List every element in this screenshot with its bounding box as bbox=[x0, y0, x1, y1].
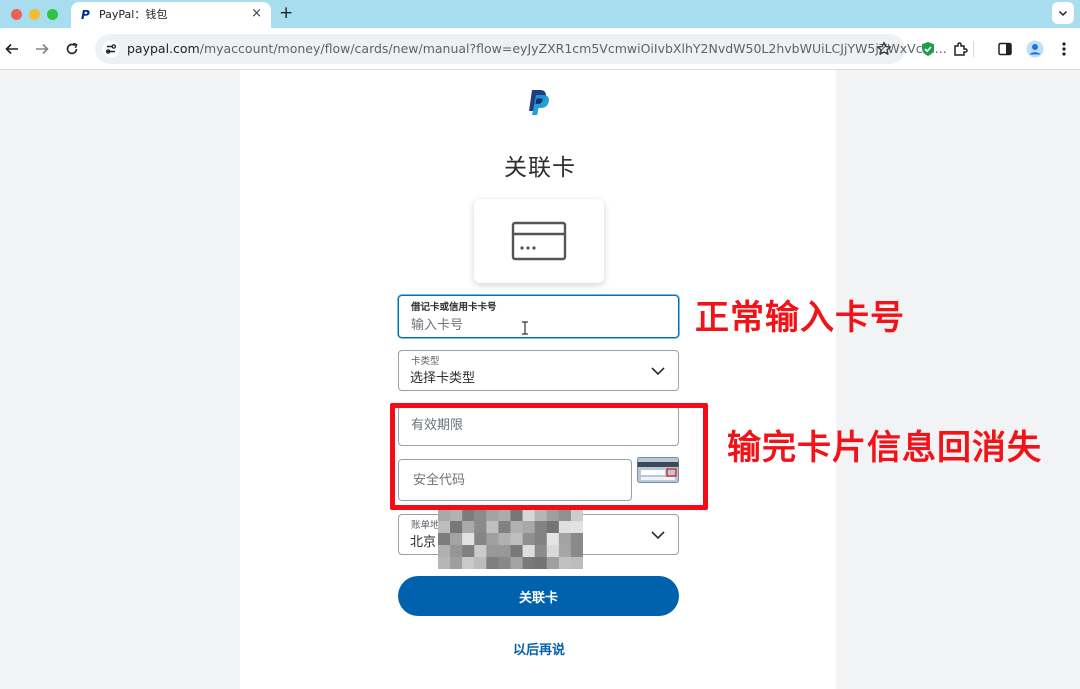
chevron-down-icon bbox=[1058, 10, 1068, 17]
forward-button[interactable] bbox=[32, 39, 52, 59]
url-text: paypal.com/myaccount/money/flow/cards/ne… bbox=[127, 41, 947, 57]
browser-menu-icon[interactable] bbox=[1054, 39, 1074, 59]
side-panel-icon[interactable] bbox=[995, 39, 1015, 59]
billing-address-value: 北京 bbox=[410, 535, 437, 550]
toolbar-divider bbox=[968, 39, 980, 59]
page-title: 关联卡 bbox=[504, 155, 576, 181]
arrow-right-icon bbox=[36, 43, 49, 55]
paypal-logo-icon bbox=[526, 88, 552, 116]
paypal-favicon-icon: P bbox=[81, 8, 90, 22]
extensions-puzzle-icon[interactable] bbox=[950, 39, 970, 59]
card-type-value: 选择卡类型 bbox=[410, 371, 476, 386]
billing-address-label: 账单地 bbox=[411, 520, 440, 531]
card-number-placeholder: 输入卡号 bbox=[411, 318, 464, 333]
shield-extension-icon[interactable] bbox=[918, 39, 938, 59]
browser-tab-paypal[interactable]: P PayPal：钱包 × bbox=[71, 2, 271, 28]
bookmark-star-icon[interactable] bbox=[875, 40, 893, 58]
card-number-input[interactable]: 借记卡或信用卡卡号 输入卡号 bbox=[398, 295, 679, 338]
window-close-button[interactable] bbox=[11, 9, 22, 20]
browser-toolbar: paypal.com/myaccount/money/flow/cards/ne… bbox=[0, 28, 1080, 70]
back-button[interactable] bbox=[2, 39, 22, 59]
reload-button[interactable] bbox=[62, 39, 82, 59]
annotation-note-1: 正常输入卡号 bbox=[695, 298, 905, 338]
browser-tab-bar: P PayPal：钱包 × + bbox=[0, 0, 1080, 28]
url-host: paypal.com bbox=[127, 41, 200, 56]
card-number-label: 借记卡或信用卡卡号 bbox=[411, 302, 497, 313]
tab-search-dropdown-button[interactable] bbox=[1052, 2, 1074, 24]
card-type-label: 卡类型 bbox=[411, 356, 440, 367]
not-now-link[interactable]: 以后再说 bbox=[488, 639, 590, 658]
address-bar[interactable]: paypal.com/myaccount/money/flow/cards/ne… bbox=[95, 34, 947, 64]
site-settings-icon[interactable] bbox=[102, 40, 120, 58]
profile-avatar-icon[interactable] bbox=[1025, 39, 1045, 59]
annotation-highlight-box bbox=[390, 403, 708, 510]
card-type-select[interactable]: 卡类型 选择卡类型 bbox=[398, 350, 679, 391]
annotation-note-2: 输完卡片信息回消失 bbox=[727, 428, 1042, 468]
tab-title: PayPal：钱包 bbox=[99, 8, 168, 21]
card-illustration bbox=[474, 199, 604, 283]
link-card-button[interactable]: 关联卡 bbox=[398, 576, 679, 616]
chevron-down-icon bbox=[650, 527, 666, 543]
arrow-left-icon bbox=[5, 43, 18, 55]
tab-close-icon[interactable]: × bbox=[251, 7, 262, 21]
text-cursor-icon bbox=[521, 320, 529, 335]
redaction-mosaic bbox=[438, 509, 583, 569]
reload-icon bbox=[66, 42, 78, 55]
url-path: /myaccount/money/flow/cards/new/manual?f… bbox=[199, 41, 947, 56]
credit-card-icon bbox=[511, 221, 567, 261]
chevron-down-icon bbox=[650, 363, 666, 379]
window-minimize-button[interactable] bbox=[29, 9, 40, 20]
new-tab-button[interactable]: + bbox=[279, 3, 293, 23]
window-zoom-button[interactable] bbox=[47, 9, 58, 20]
